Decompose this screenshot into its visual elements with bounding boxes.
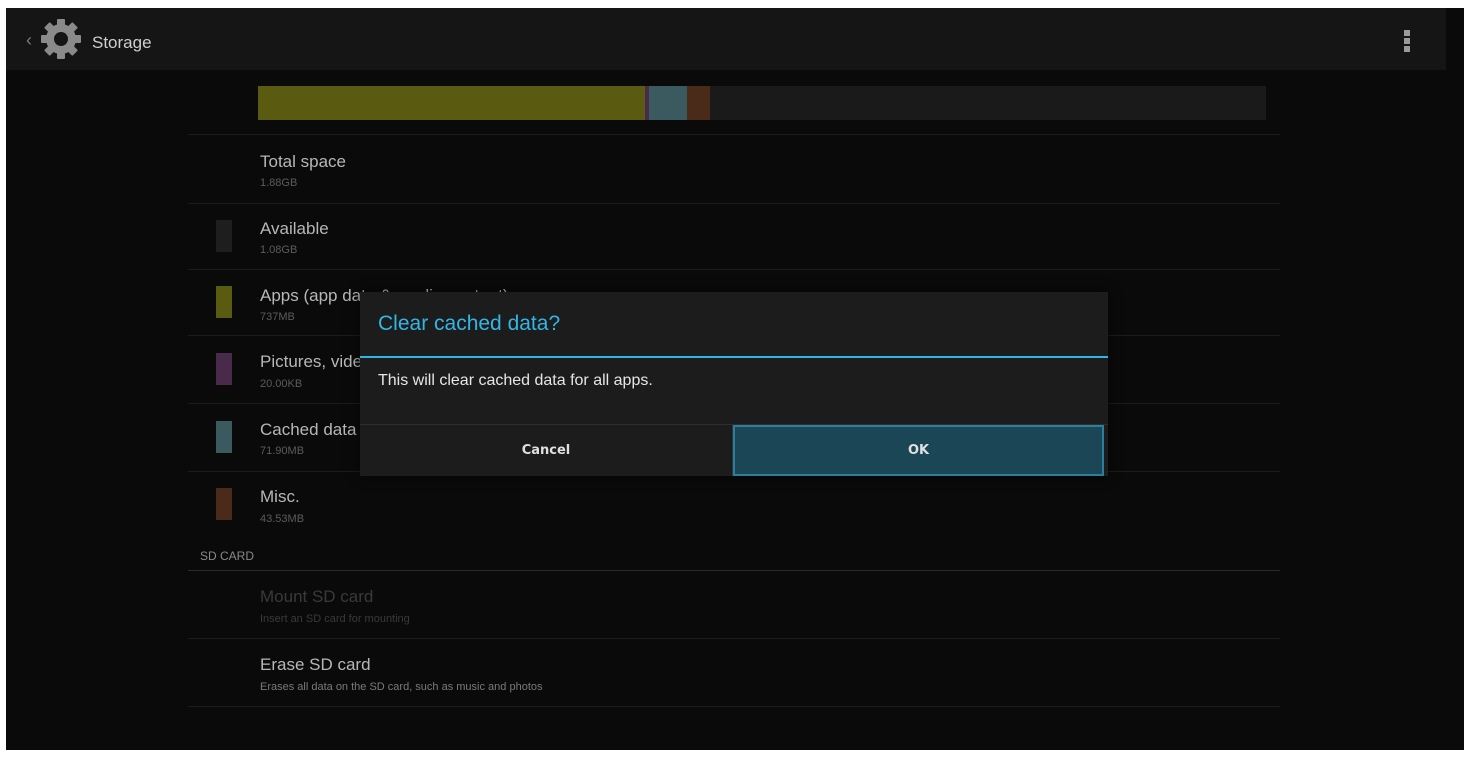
storage-segment-cached — [649, 86, 688, 120]
list-item-erase-sd-card[interactable]: Erase SD card Erases all data on the SD … — [186, 638, 1280, 706]
action-bar: ‹ Storage — [6, 8, 1446, 71]
misc-swatch — [216, 488, 232, 520]
storage-usage-bar — [258, 86, 1266, 120]
item-summary: Erases all data on the SD card, such as … — [260, 681, 543, 693]
item-label: Mount SD card — [260, 587, 374, 606]
divider — [188, 706, 1280, 707]
storage-segment-apps — [258, 86, 646, 120]
item-value: 1.08GB — [260, 244, 298, 256]
screen: ‹ Storage Total space 1.88GB Available 1… — [6, 8, 1464, 750]
item-label: Erase SD card — [260, 655, 371, 674]
list-item-available[interactable]: Available 1.08GB — [186, 203, 1280, 269]
storage-segment-available — [709, 86, 1266, 120]
item-value: 1.88GB — [260, 177, 298, 189]
item-summary: Insert an SD card for mounting — [260, 613, 410, 625]
list-item-misc[interactable]: Misc. 43.53MB — [186, 471, 1280, 537]
back-caret-icon[interactable]: ‹ — [26, 30, 32, 51]
item-value: 43.53MB — [260, 513, 305, 525]
item-label: Cached data — [260, 420, 357, 439]
item-label: Available — [260, 219, 329, 238]
cached-swatch — [216, 421, 232, 453]
list-item-mount-sd-card: Mount SD card Insert an SD card for moun… — [186, 570, 1280, 638]
item-label: Total space — [260, 152, 346, 171]
cancel-button[interactable]: Cancel — [360, 425, 732, 476]
section-header-sd-card: SD CARD — [200, 549, 255, 563]
storage-segment-misc — [687, 86, 710, 120]
dialog-title: Clear cached data? — [378, 312, 561, 335]
page-title: Storage — [92, 33, 152, 52]
list-item-total-space[interactable]: Total space 1.88GB — [186, 134, 1280, 202]
item-value: 71.90MB — [260, 445, 305, 457]
available-swatch — [216, 220, 232, 252]
overflow-menu-icon[interactable] — [1404, 30, 1412, 54]
dialog-message: This will clear cached data for all apps… — [378, 372, 653, 389]
apps-swatch — [216, 286, 232, 318]
dialog-title-divider — [360, 356, 1108, 358]
gear-icon[interactable] — [40, 18, 82, 60]
ok-button[interactable]: OK — [733, 425, 1104, 476]
item-label: Misc. — [260, 487, 300, 506]
item-value: 737MB — [260, 311, 295, 323]
clear-cache-dialog: Clear cached data? This will clear cache… — [360, 292, 1108, 476]
item-value: 20.00KB — [260, 378, 303, 390]
pictures-swatch — [216, 353, 232, 385]
